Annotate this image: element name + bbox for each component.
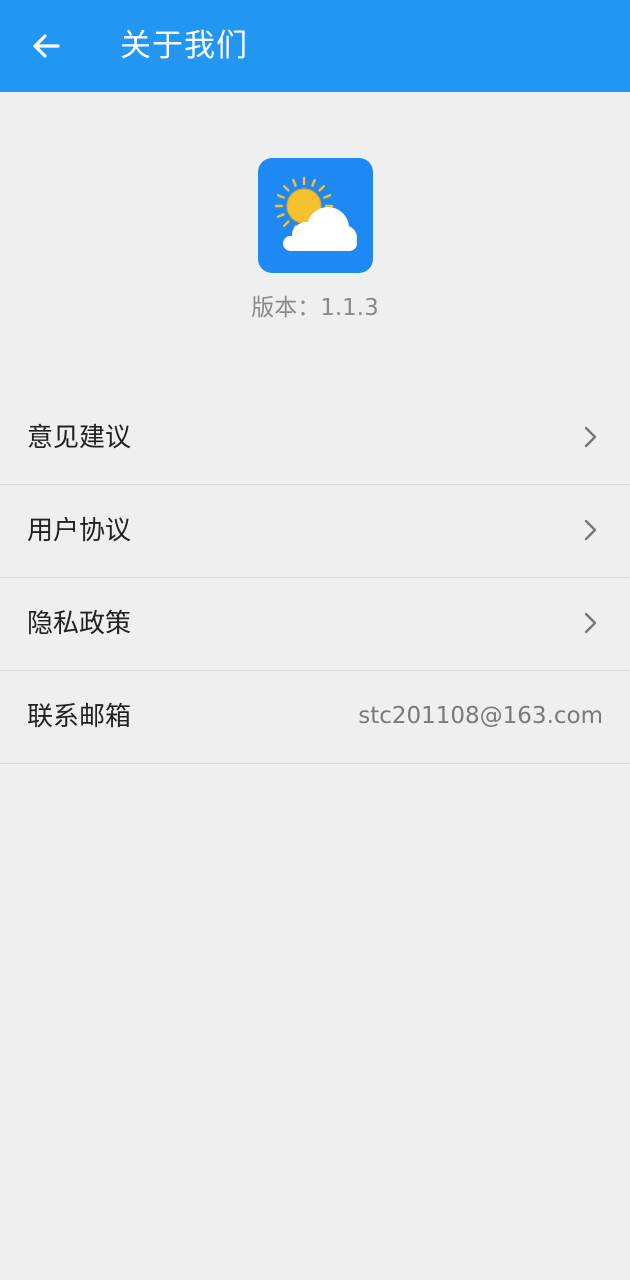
menu-item-label: 隐私政策: [27, 609, 132, 639]
back-button[interactable]: [20, 22, 72, 70]
chevron-right-icon: [584, 612, 597, 634]
chevron-right-icon: [584, 519, 597, 541]
contact-email-value: stc201108@163.com: [358, 703, 603, 729]
menu-item-label: 用户协议: [27, 516, 132, 546]
menu-item-user-agreement[interactable]: 用户协议: [0, 485, 630, 578]
page-title: 关于我们: [120, 28, 248, 64]
version-text: 版本：1.1.3: [251, 295, 379, 321]
menu-item-feedback[interactable]: 意见建议: [0, 392, 630, 485]
menu-item-label: 联系邮箱: [27, 702, 132, 732]
app-bar: 关于我们: [0, 0, 630, 92]
menu-item-contact-email: 联系邮箱 stc201108@163.com: [0, 671, 630, 764]
arrow-left-icon: [33, 34, 60, 58]
weather-partly-cloudy-icon: [274, 176, 357, 251]
menu-item-privacy-policy[interactable]: 隐私政策: [0, 578, 630, 671]
app-logo: [258, 158, 373, 273]
settings-menu: 意见建议 用户协议 隐私政策 联系邮箱 stc201108@163.com: [0, 392, 630, 764]
menu-item-label: 意见建议: [27, 423, 132, 453]
chevron-right-icon: [584, 426, 597, 448]
